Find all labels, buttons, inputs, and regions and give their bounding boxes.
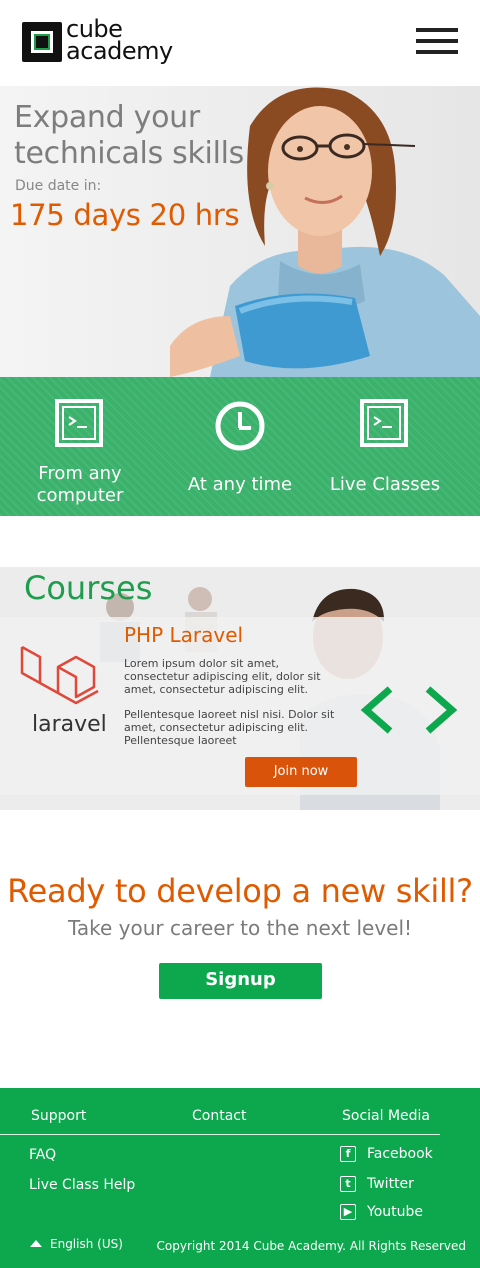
footer-link-faq[interactable]: FAQ	[29, 1147, 56, 1163]
feature-at-any-time: At any time	[160, 377, 320, 516]
features-band: From any computer At any time Live Class…	[0, 377, 480, 516]
caret-up-icon	[30, 1240, 42, 1247]
twitter-icon: t	[340, 1176, 356, 1192]
laravel-logo-text: laravel	[32, 712, 107, 737]
hamburger-menu-icon[interactable]	[416, 28, 458, 54]
join-now-button[interactable]: Join now	[245, 757, 357, 787]
language-label: English (US)	[50, 1237, 123, 1251]
cta-subheading: Take your career to the next level!	[67, 916, 413, 940]
feature-label: Live Classes	[329, 474, 441, 495]
facebook-icon: f	[340, 1146, 356, 1162]
site-footer: Support Contact Social Media FAQ Live Cl…	[0, 1088, 480, 1268]
carousel-next-arrow-icon[interactable]	[420, 685, 460, 735]
feature-label: At any time	[187, 474, 293, 495]
footer-link-live-class-help[interactable]: Live Class Help	[29, 1177, 135, 1193]
social-label: Youtube	[367, 1204, 423, 1220]
courses-heading: Courses	[24, 569, 153, 607]
terminal-icon	[55, 399, 103, 447]
social-label: Twitter	[367, 1176, 414, 1192]
feature-live-classes: Live Classes	[305, 377, 465, 516]
youtube-icon: ▶	[340, 1204, 356, 1220]
site-header: cube academy	[0, 0, 480, 86]
countdown-timer: 175 days 20 hrs	[10, 198, 240, 232]
signup-button[interactable]: Signup	[159, 963, 322, 999]
hero-title: Expand your technicals skills	[14, 100, 244, 171]
carousel-prev-arrow-icon[interactable]	[358, 685, 398, 735]
cta-heading: Ready to develop a new skill?	[7, 872, 473, 910]
footer-support-heading: Support	[31, 1108, 87, 1124]
footer-social-heading: Social Media	[342, 1108, 431, 1124]
due-date-label: Due date in:	[15, 178, 102, 194]
course-description: Lorem ipsum dolor sit amet, consectetur …	[124, 657, 344, 759]
course-title[interactable]: PHP Laravel	[124, 623, 243, 647]
footer-divider	[0, 1134, 440, 1135]
social-label: Facebook	[367, 1146, 433, 1162]
clock-icon	[215, 401, 265, 451]
logo-text-academy: academy	[66, 37, 173, 65]
hero-banner: Expand your technicals skills Due date i…	[0, 86, 480, 377]
feature-from-any-computer: From any computer	[0, 377, 160, 516]
courses-section: Courses laravel PHP Laravel Lorem ipsum …	[0, 567, 480, 810]
copyright-text: Copyright 2014 Cube Academy. All Rights …	[156, 1239, 466, 1253]
cube-academy-logo[interactable]: cube academy	[22, 17, 192, 68]
terminal-icon	[360, 399, 408, 447]
cube-logo-icon	[22, 22, 62, 62]
footer-contact-heading[interactable]: Contact	[192, 1108, 246, 1124]
course-desc-paragraph: Lorem ipsum dolor sit amet, consectetur …	[124, 657, 321, 696]
feature-label: From any computer	[36, 463, 124, 506]
language-selector[interactable]: English (US)	[30, 1237, 123, 1251]
course-desc-paragraph: Pellentesque laoreet nisl nisi. Dolor si…	[124, 708, 335, 747]
